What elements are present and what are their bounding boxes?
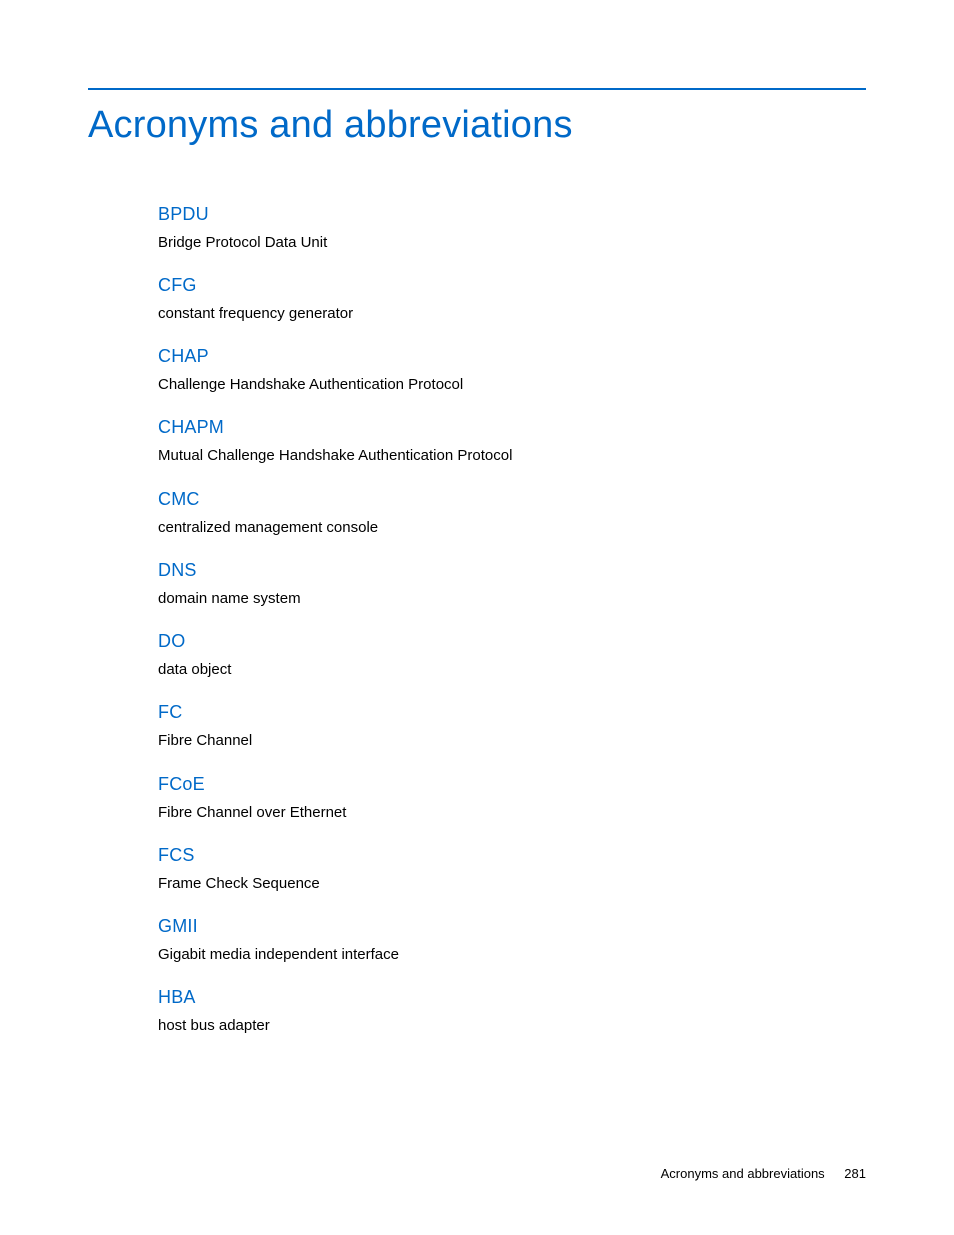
- entry: CHAPM Mutual Challenge Handshake Authent…: [158, 417, 866, 466]
- footer-section: Acronyms and abbreviations: [661, 1166, 825, 1181]
- definitions-list: BPDU Bridge Protocol Data Unit CFG const…: [88, 204, 866, 1037]
- definition: constant frequency generator: [158, 304, 866, 324]
- definition: Fibre Channel over Ethernet: [158, 803, 866, 823]
- term: GMII: [158, 916, 866, 937]
- entry: DNS domain name system: [158, 560, 866, 609]
- entry: FCS Frame Check Sequence: [158, 845, 866, 894]
- entry: BPDU Bridge Protocol Data Unit: [158, 204, 866, 253]
- definition: data object: [158, 660, 866, 680]
- entry: HBA host bus adapter: [158, 987, 866, 1036]
- term: HBA: [158, 987, 866, 1008]
- footer-separator: [833, 1166, 837, 1181]
- definition: Mutual Challenge Handshake Authenticatio…: [158, 446, 866, 466]
- definition: Fibre Channel: [158, 731, 866, 751]
- term: CFG: [158, 275, 866, 296]
- entry: GMII Gigabit media independent interface: [158, 916, 866, 965]
- page-title: Acronyms and abbreviations: [88, 104, 866, 148]
- definition: Bridge Protocol Data Unit: [158, 233, 866, 253]
- term: CHAPM: [158, 417, 866, 438]
- definition: domain name system: [158, 589, 866, 609]
- term: FCS: [158, 845, 866, 866]
- entry: CMC centralized management console: [158, 489, 866, 538]
- definition: Challenge Handshake Authentication Proto…: [158, 375, 866, 395]
- definition: Gigabit media independent interface: [158, 945, 866, 965]
- entry: CFG constant frequency generator: [158, 275, 866, 324]
- term: CHAP: [158, 346, 866, 367]
- entry: DO data object: [158, 631, 866, 680]
- entry: CHAP Challenge Handshake Authentication …: [158, 346, 866, 395]
- definition: centralized management console: [158, 518, 866, 538]
- page-footer: Acronyms and abbreviations 281: [661, 1166, 866, 1181]
- term: CMC: [158, 489, 866, 510]
- entry: FC Fibre Channel: [158, 702, 866, 751]
- horizontal-rule: [88, 88, 866, 90]
- term: DO: [158, 631, 866, 652]
- term: BPDU: [158, 204, 866, 225]
- definition: Frame Check Sequence: [158, 874, 866, 894]
- term: DNS: [158, 560, 866, 581]
- entry: FCoE Fibre Channel over Ethernet: [158, 774, 866, 823]
- term: FC: [158, 702, 866, 723]
- definition: host bus adapter: [158, 1016, 866, 1036]
- footer-page-number: 281: [844, 1166, 866, 1181]
- page: Acronyms and abbreviations BPDU Bridge P…: [0, 0, 954, 1037]
- term: FCoE: [158, 774, 866, 795]
